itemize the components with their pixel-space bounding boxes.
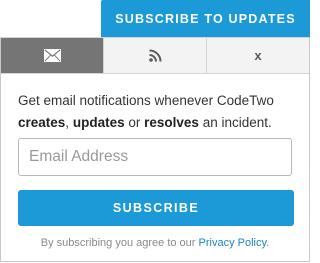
privacy-notice-text: By subscribing you agree to our <box>40 237 196 249</box>
description-comma: , <box>65 115 70 130</box>
privacy-notice: By subscribing you agree to our Privacy … <box>1 237 309 249</box>
description-suffix: an incident. <box>202 115 272 130</box>
privacy-notice-end: . <box>266 237 270 249</box>
envelope-icon <box>43 49 61 62</box>
subscribe-to-updates-button[interactable]: SUBSCRIBE TO UPDATES <box>101 0 310 37</box>
subscribe-button[interactable]: SUBSCRIBE <box>18 190 294 226</box>
subscribe-panel: x Get email notifications whenever CodeT… <box>0 37 310 262</box>
tab-x[interactable]: x <box>206 38 309 73</box>
description-or: or <box>128 115 141 130</box>
subscription-description: Get email notifications whenever CodeTwo… <box>18 90 298 134</box>
x-icon: x <box>254 48 262 63</box>
description-prefix: Get email notifications whenever CodeTwo <box>18 93 274 108</box>
subscribe-tabs: x <box>1 37 309 74</box>
description-creates: creates <box>18 115 66 130</box>
email-field[interactable]: Email Address <box>18 138 292 176</box>
rss-icon <box>148 49 161 62</box>
tab-rss[interactable] <box>103 38 206 73</box>
description-resolves: resolves <box>144 115 199 130</box>
privacy-policy-link[interactable]: Privacy Policy <box>199 237 267 249</box>
description-updates: updates <box>72 115 125 130</box>
tab-email[interactable] <box>1 38 103 73</box>
